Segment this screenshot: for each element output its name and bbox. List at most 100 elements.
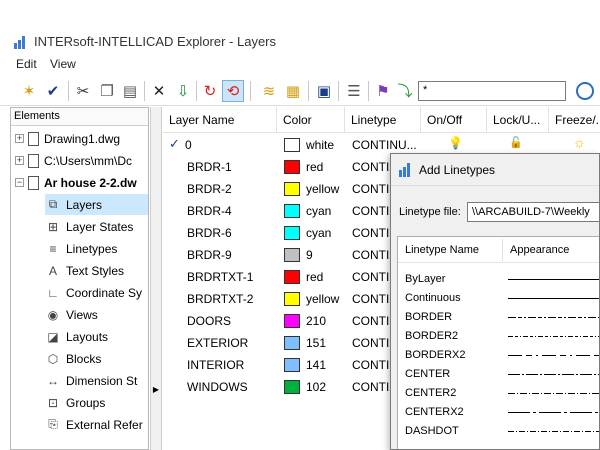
tree-item-label: Layer States bbox=[66, 219, 134, 234]
tree-item-label: Layers bbox=[66, 197, 103, 212]
light-bulb-icon[interactable]: 💡 bbox=[448, 136, 463, 150]
linetype-value[interactable]: CONTI bbox=[352, 288, 389, 310]
linetype-row[interactable]: BORDERX2 bbox=[398, 346, 599, 365]
layer-name: 0 bbox=[185, 138, 192, 152]
properties-icon[interactable]: ▣ bbox=[313, 80, 335, 102]
tree-item[interactable]: ≡ Linetypes bbox=[45, 238, 148, 259]
color-swatch[interactable] bbox=[284, 138, 300, 152]
expander-icon[interactable]: + bbox=[15, 156, 24, 165]
filter-icon[interactable]: ⚑ bbox=[372, 80, 394, 102]
delete-icon[interactable]: ✕ bbox=[148, 80, 170, 102]
col-appearance[interactable]: Appearance bbox=[510, 244, 569, 256]
col-freeze[interactable]: Freeze/... bbox=[549, 107, 600, 133]
col-layer-name[interactable]: Layer Name bbox=[163, 107, 277, 133]
filter-apply-icon[interactable]: ⤵ bbox=[394, 80, 416, 102]
color-swatch[interactable] bbox=[284, 380, 300, 394]
col-lock[interactable]: Lock/U... bbox=[487, 107, 549, 133]
layers-icon: ⧉ bbox=[48, 197, 58, 211]
color-swatch[interactable] bbox=[284, 182, 300, 196]
tree-item[interactable]: + C:\Users\mm\Dc bbox=[15, 150, 132, 171]
layer-list-icon[interactable]: ☰ bbox=[343, 80, 365, 102]
col-linetype[interactable]: Linetype bbox=[345, 107, 421, 133]
tree-item-label: Text Styles bbox=[66, 263, 125, 278]
purge-all-icon[interactable]: ⟲ bbox=[222, 80, 244, 102]
linetype-row[interactable]: BORDER bbox=[398, 308, 599, 327]
linetype-row[interactable]: CENTERX2 bbox=[398, 403, 599, 422]
linetype-file-field[interactable]: \\ARCABUILD-7\Weekly bbox=[467, 202, 599, 222]
tree-item[interactable]: − Ar house 2-2.dw bbox=[15, 172, 137, 193]
linetype-row[interactable]: BORDER2 bbox=[398, 327, 599, 346]
linetype-value[interactable]: CONTI bbox=[352, 200, 389, 222]
clear-filter-icon[interactable] bbox=[576, 82, 594, 100]
color-swatch[interactable] bbox=[284, 336, 300, 350]
color-name: red bbox=[306, 160, 324, 174]
linetype-row[interactable]: ByLayer bbox=[398, 270, 599, 289]
color-swatch[interactable] bbox=[284, 160, 300, 174]
linetype-row[interactable]: Continuous bbox=[398, 289, 599, 308]
menu-view[interactable]: View bbox=[50, 57, 76, 71]
dialog-body: Linetype file: \\ARCABUILD-7\Weekly Line… bbox=[391, 186, 599, 449]
color-swatch[interactable] bbox=[284, 358, 300, 372]
tree-item[interactable]: ⎘ External Refer bbox=[45, 414, 148, 435]
menu-edit[interactable]: Edit bbox=[16, 57, 37, 71]
linetype-value[interactable]: CONTI bbox=[352, 310, 389, 332]
tree-item-label: Blocks bbox=[66, 351, 102, 366]
tree-item[interactable]: A Text Styles bbox=[45, 260, 148, 281]
linetype-file-label: Linetype file: bbox=[399, 206, 461, 218]
linetype-row[interactable]: CENTER2 bbox=[398, 384, 599, 403]
paste-icon[interactable]: ▤ bbox=[119, 80, 141, 102]
layer-settings-icon[interactable]: ≋ bbox=[258, 80, 280, 102]
tree-item[interactable]: ◪ Layouts bbox=[45, 326, 148, 347]
tree-item-label: Ar house 2-2.dw bbox=[44, 175, 137, 190]
color-swatch[interactable] bbox=[284, 292, 300, 306]
blocks-icon: ⬡ bbox=[47, 351, 59, 366]
layer-states-icon: ⊞ bbox=[47, 219, 59, 234]
linetype-value[interactable]: CONTI bbox=[352, 376, 389, 398]
linetype-value[interactable]: CONTI bbox=[352, 354, 389, 376]
linetype-value[interactable]: CONTI bbox=[352, 222, 389, 244]
purge-icon[interactable]: ↻ bbox=[199, 80, 221, 102]
linetypes-icon: ≡ bbox=[49, 241, 57, 256]
linetype-value[interactable]: CONTI bbox=[352, 266, 389, 288]
xref-icon: ⎘ bbox=[48, 417, 58, 431]
linetype-name: CENTER2 bbox=[405, 387, 457, 399]
layer-filter-icon[interactable]: ▦ bbox=[282, 80, 304, 102]
new-icon[interactable]: ✶ bbox=[18, 80, 40, 102]
color-swatch[interactable] bbox=[284, 314, 300, 328]
tree-item[interactable]: ∟ Coordinate Sy bbox=[45, 282, 148, 303]
tree-item[interactable]: ↔ Dimension St bbox=[45, 370, 148, 391]
filter-input[interactable]: * bbox=[418, 81, 566, 101]
copy-icon[interactable]: ❐ bbox=[96, 80, 118, 102]
tree-item[interactable]: + Drawing1.dwg bbox=[15, 128, 120, 149]
col-linetype-name[interactable]: Linetype Name bbox=[405, 244, 479, 256]
color-name: 151 bbox=[306, 336, 327, 350]
col-on-off[interactable]: On/Off bbox=[421, 107, 487, 133]
linetype-value[interactable]: CONTI bbox=[352, 332, 389, 354]
color-swatch[interactable] bbox=[284, 248, 300, 262]
linetype-row[interactable]: DASHDOT bbox=[398, 422, 599, 441]
tree-item[interactable]: ⬡ Blocks bbox=[45, 348, 148, 369]
color-swatch[interactable] bbox=[284, 204, 300, 218]
unlock-icon[interactable]: 🔓 bbox=[509, 136, 523, 149]
linetype-value[interactable]: CONTI bbox=[352, 178, 389, 200]
col-color[interactable]: Color bbox=[277, 107, 345, 133]
linetype-value[interactable]: CONTI bbox=[352, 156, 389, 178]
color-name: cyan bbox=[306, 204, 332, 218]
color-swatch[interactable] bbox=[284, 270, 300, 284]
tree-item[interactable]: ⊞ Layer States bbox=[45, 216, 148, 237]
linetype-value[interactable]: CONTI bbox=[352, 244, 389, 266]
linetype-row[interactable]: CENTER bbox=[398, 365, 599, 384]
dialog-title-bar[interactable]: Add Linetypes bbox=[391, 154, 599, 186]
expander-icon[interactable]: − bbox=[15, 178, 24, 187]
sun-icon[interactable]: ☼ bbox=[573, 134, 586, 150]
cut-icon[interactable]: ✂ bbox=[72, 80, 94, 102]
color-swatch[interactable] bbox=[284, 226, 300, 240]
expander-icon[interactable]: + bbox=[15, 134, 24, 143]
tree-item[interactable]: ⧉ Layers bbox=[45, 194, 148, 215]
check-icon[interactable]: ✔ bbox=[42, 80, 64, 102]
tree-item[interactable]: ◉ Views bbox=[45, 304, 148, 325]
collapse-arrow-icon[interactable]: ▶ bbox=[151, 380, 161, 400]
tree-item[interactable]: ⊡ Groups bbox=[45, 392, 148, 413]
export-icon[interactable]: ⇩ bbox=[172, 80, 194, 102]
color-name: yellow bbox=[306, 292, 340, 306]
